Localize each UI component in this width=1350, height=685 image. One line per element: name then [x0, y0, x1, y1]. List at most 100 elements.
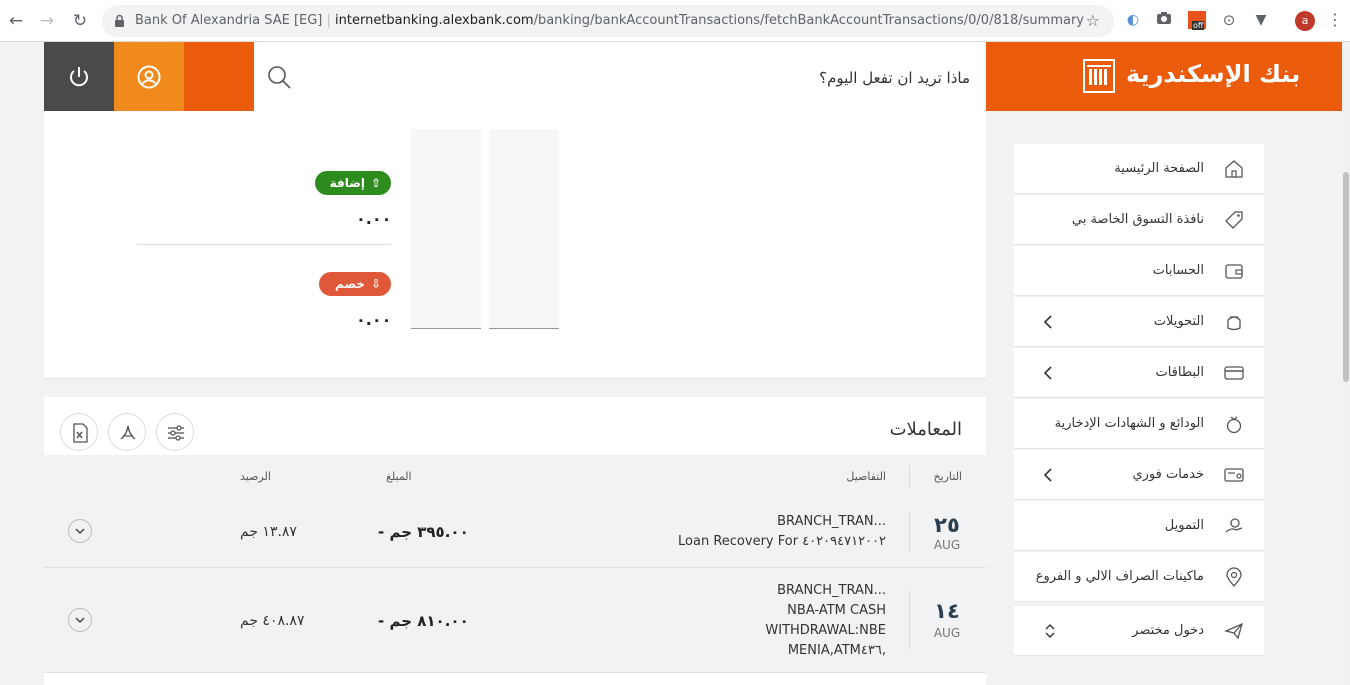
- transaction-balance: ٤٠٨.٨٧ جم: [240, 613, 305, 629]
- camera-icon[interactable]: [1155, 11, 1173, 29]
- sidebar-item-label: ماكينات الصراف الالي و الفروع: [1035, 569, 1204, 584]
- sidebar-item-transfers[interactable]: التحويلات: [1014, 297, 1264, 347]
- user-icon: [137, 65, 161, 89]
- transactions-card: المعاملات التاريخ التفاصيل المبلغ الرصيد…: [44, 397, 986, 685]
- sidebar-item-label: التمويل: [1164, 518, 1204, 533]
- sidebar-item-label: البطاقات: [1155, 365, 1204, 380]
- sidebar-item-label: الودائع و الشهادات الإدخارية: [1054, 416, 1204, 431]
- forward-arrow-icon[interactable]: →: [37, 10, 57, 32]
- logout-button[interactable]: [44, 42, 114, 111]
- debit-badge: ⇩خصم: [319, 272, 391, 296]
- transaction-day: ١٤: [934, 599, 960, 623]
- extension-globe-icon[interactable]: ◐: [1124, 11, 1142, 29]
- scrollbar-thumb[interactable]: [1343, 172, 1349, 382]
- chevron-down-icon: [75, 528, 85, 535]
- sliders-icon: [168, 425, 184, 441]
- chevron-down-icon: [75, 617, 85, 624]
- expand-row-button[interactable]: [68, 519, 92, 543]
- account-summary-card: ⇧إضافة ٠.٠٠ ⇩خصم ٠.٠٠: [44, 111, 986, 379]
- chevron-up-down-icon: [1045, 624, 1055, 638]
- credit-badge: ⇧إضافة: [315, 171, 391, 195]
- sidebar-item-label: دخول مختصر: [1132, 623, 1204, 638]
- transaction-day: ٢٥: [934, 513, 960, 537]
- url-host: internetbanking.alexbank.com: [335, 13, 534, 28]
- url-path: /banking/bankAccountTransactions/fetchBa…: [533, 13, 1084, 28]
- header-orange-button[interactable]: [184, 42, 254, 111]
- home-icon: [1225, 160, 1243, 178]
- column-header-amount: المبلغ: [386, 470, 412, 483]
- bank-logo-icon[interactable]: [1083, 59, 1115, 93]
- extension-off-icon[interactable]: off: [1188, 11, 1206, 30]
- divider: [137, 244, 391, 245]
- debit-amount: ٠.٠٠: [356, 310, 392, 329]
- arrow-up-icon: ⇧: [370, 176, 381, 190]
- transaction-details: BRANCH_TRAN... NBA-ATM CASH WITHDRAWAL:N…: [765, 583, 886, 658]
- transaction-amount: - ٨١٠.٠٠ جم: [378, 612, 469, 630]
- extension-circle-icon[interactable]: ⊙: [1220, 11, 1238, 29]
- sidebar-item-label: الصفحة الرئيسية: [1114, 161, 1204, 176]
- sidebar-item-quick-login[interactable]: دخول مختصر: [1014, 606, 1264, 656]
- chart-bar-slot: [489, 129, 559, 329]
- card-icon: [1224, 366, 1244, 380]
- transaction-month: AUG: [933, 626, 961, 640]
- sidebar-item-cards[interactable]: البطاقات: [1014, 348, 1264, 398]
- sidebar-item-home[interactable]: الصفحة الرئيسية: [1014, 144, 1264, 194]
- bookmark-star-icon[interactable]: ☆: [1086, 11, 1100, 30]
- sidebar-item-label: التحويلات: [1153, 314, 1204, 329]
- sidebar-item-deposits[interactable]: الودائع و الشهادات الإدخارية: [1014, 399, 1264, 449]
- expand-row-button[interactable]: [68, 608, 92, 632]
- transaction-details: BRANCH_TRAN... Loan Recovery For ٤٠٢٠٩٤٧…: [678, 514, 886, 549]
- transactions-table-header: التاريخ التفاصيل المبلغ الرصيد: [44, 455, 986, 497]
- sidebar-item-accounts[interactable]: الحسابات: [1014, 246, 1264, 296]
- reload-icon[interactable]: ↻: [70, 10, 90, 32]
- transaction-amount: - ٣٩٥.٠٠ جم: [378, 523, 469, 541]
- fawry-icon: [1224, 468, 1244, 482]
- filter-button[interactable]: [156, 413, 194, 451]
- sidebar-item-label: خدمات فوري: [1132, 467, 1204, 482]
- excel-icon: [73, 423, 88, 443]
- sidebar-item-label: نافذة التسوق الخاصة بي: [1071, 212, 1204, 227]
- chevron-left-icon: [1043, 315, 1052, 329]
- credit-amount: ٠.٠٠: [356, 209, 392, 228]
- power-icon: [70, 67, 88, 87]
- wallet-icon: [1225, 264, 1243, 279]
- browser-menu-icon[interactable]: ⋮: [1326, 11, 1344, 29]
- back-arrow-icon[interactable]: ←: [6, 10, 26, 32]
- lock-icon: [115, 14, 124, 27]
- sidebar-item-atm-branches[interactable]: ماكينات الصراف الالي و الفروع: [1014, 552, 1264, 602]
- search-icon[interactable]: [266, 64, 292, 90]
- table-row[interactable]: ١٤ AUG BRANCH_TRAN... NBA-ATM CASH WITHD…: [44, 568, 986, 673]
- sidebar-item-label: الحسابات: [1152, 263, 1204, 278]
- transfer-icon: [1227, 316, 1241, 331]
- export-excel-button[interactable]: [60, 413, 98, 451]
- brand-header: بنك الإسكندرية: [986, 42, 1342, 111]
- arrow-down-icon: ⇩: [370, 277, 381, 291]
- address-bar[interactable]: Bank Of Alexandria SAE [EG] | internetba…: [102, 5, 1114, 37]
- chevron-left-icon: [1043, 366, 1052, 380]
- deposit-icon: [1226, 416, 1242, 434]
- quick-login-icon: [1224, 622, 1244, 640]
- transactions-title: المعاملات: [889, 419, 962, 440]
- table-row[interactable]: ٢٥ AUG BRANCH_TRAN... Loan Recovery For …: [44, 497, 986, 568]
- export-pdf-button[interactable]: [108, 413, 146, 451]
- browser-toolbar: ← → ↻ Bank Of Alexandria SAE [EG] | inte…: [0, 0, 1350, 42]
- bank-logo-text[interactable]: بنك الإسكندرية: [1126, 60, 1300, 88]
- tag-icon: [1225, 211, 1243, 229]
- column-header-balance: الرصيد: [240, 470, 271, 483]
- transaction-balance: ١٣.٨٧ جم: [240, 524, 297, 540]
- finance-icon: [1225, 518, 1243, 533]
- sidebar-item-finance[interactable]: التمويل: [1014, 501, 1264, 551]
- column-header-date: التاريخ: [933, 470, 962, 483]
- profile-avatar[interactable]: a: [1295, 11, 1315, 31]
- column-header-details: التفاصيل: [846, 470, 886, 483]
- search-bar[interactable]: ماذا تريد ان تفعل اليوم؟: [254, 42, 986, 111]
- location-icon: [1226, 567, 1242, 587]
- chart-bar-slot: [411, 129, 481, 329]
- extension-v-icon[interactable]: ▼: [1252, 11, 1270, 29]
- chevron-left-icon: [1043, 468, 1052, 482]
- sidebar-item-fawry[interactable]: خدمات فوري: [1014, 450, 1264, 500]
- sidebar-item-shopping[interactable]: نافذة التسوق الخاصة بي: [1014, 195, 1264, 245]
- search-placeholder[interactable]: ماذا تريد ان تفعل اليوم؟: [819, 69, 970, 87]
- profile-button[interactable]: [114, 42, 184, 111]
- transaction-month: AUG: [933, 538, 961, 552]
